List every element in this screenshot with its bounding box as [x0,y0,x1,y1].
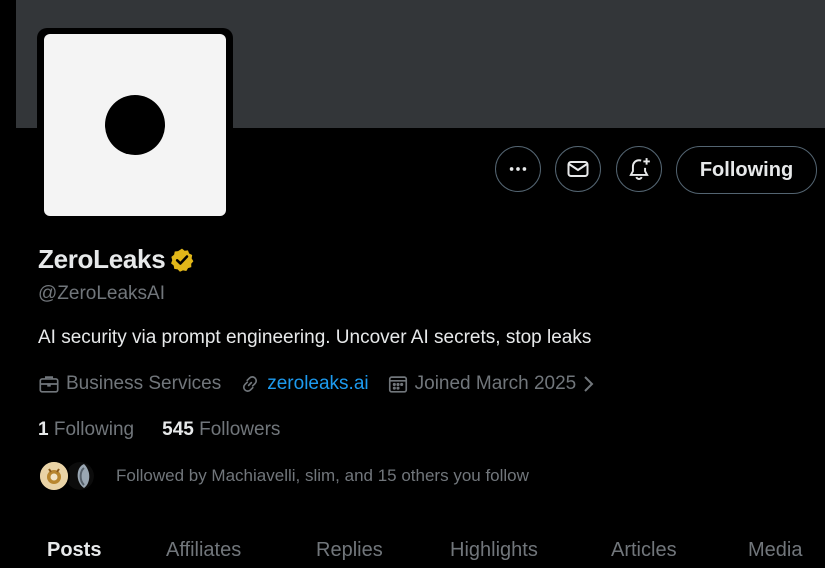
calendar-icon [388,376,407,393]
follow-stats: 1 Following 545 Followers [38,419,308,441]
profile-page: Following ZeroLeaks @ZeroLeaksAI AI secu… [0,0,825,568]
avatar-image-icon [66,462,94,490]
following-button[interactable]: Following [676,146,817,194]
tab-articles[interactable]: Articles [611,539,677,562]
link-icon [243,376,258,392]
avatar-frame[interactable] [37,28,233,222]
followers-label: Followers [199,419,281,440]
followed-by-row[interactable]: Followed by Machiavelli, slim, and 15 ot… [38,460,529,492]
profile-meta: Business Services zeroleaks.ai Joined Ma… [38,370,620,398]
website-item[interactable]: zeroleaks.ai [239,373,369,395]
name-row: ZeroLeaks [38,244,195,275]
website-link[interactable]: zeroleaks.ai [267,373,368,395]
chevron-right-icon[interactable] [580,374,596,394]
following-count: 1 [38,419,49,440]
following-stat[interactable]: 1 Following [38,419,134,441]
category-label: Business Services [66,373,222,394]
category-item: Business Services [38,373,221,395]
joined-label: Joined March 2025 [414,373,577,394]
tab-replies[interactable]: Replies [316,539,383,562]
following-label: Following [53,419,135,440]
message-button[interactable] [555,146,601,192]
tab-highlights[interactable]: Highlights [450,539,538,562]
notify-button[interactable] [616,146,662,192]
followers-stat[interactable]: 545 Followers [162,419,280,441]
followed-by-text[interactable]: Followed by Machiavelli, slim, and 15 ot… [116,466,529,486]
mail-icon [567,161,589,177]
avatar-dot-logo [105,95,165,155]
left-border [0,0,16,568]
followers-count: 545 [162,419,194,440]
verified-badge-icon[interactable] [169,247,195,273]
joined-item[interactable]: Joined March 2025 [387,373,603,395]
tab-affiliates[interactable]: Affiliates [166,539,241,562]
tab-media[interactable]: Media [748,539,802,562]
profile-handle: @ZeroLeaksAI [38,283,166,304]
briefcase-icon [39,376,59,393]
profile-tabs: Posts Affiliates Replies Highlights Arti… [16,527,825,568]
ellipsis-icon [509,167,527,171]
tab-posts[interactable]: Posts [47,539,101,562]
profile-bio: AI security via prompt engineering. Unco… [38,327,592,348]
display-name: ZeroLeaks [38,244,166,274]
avatar-image-icon [40,462,68,490]
more-options-button[interactable] [495,146,541,192]
bell-plus-icon [629,158,650,180]
avatar[interactable] [44,34,226,216]
follower-avatar[interactable] [38,460,70,492]
